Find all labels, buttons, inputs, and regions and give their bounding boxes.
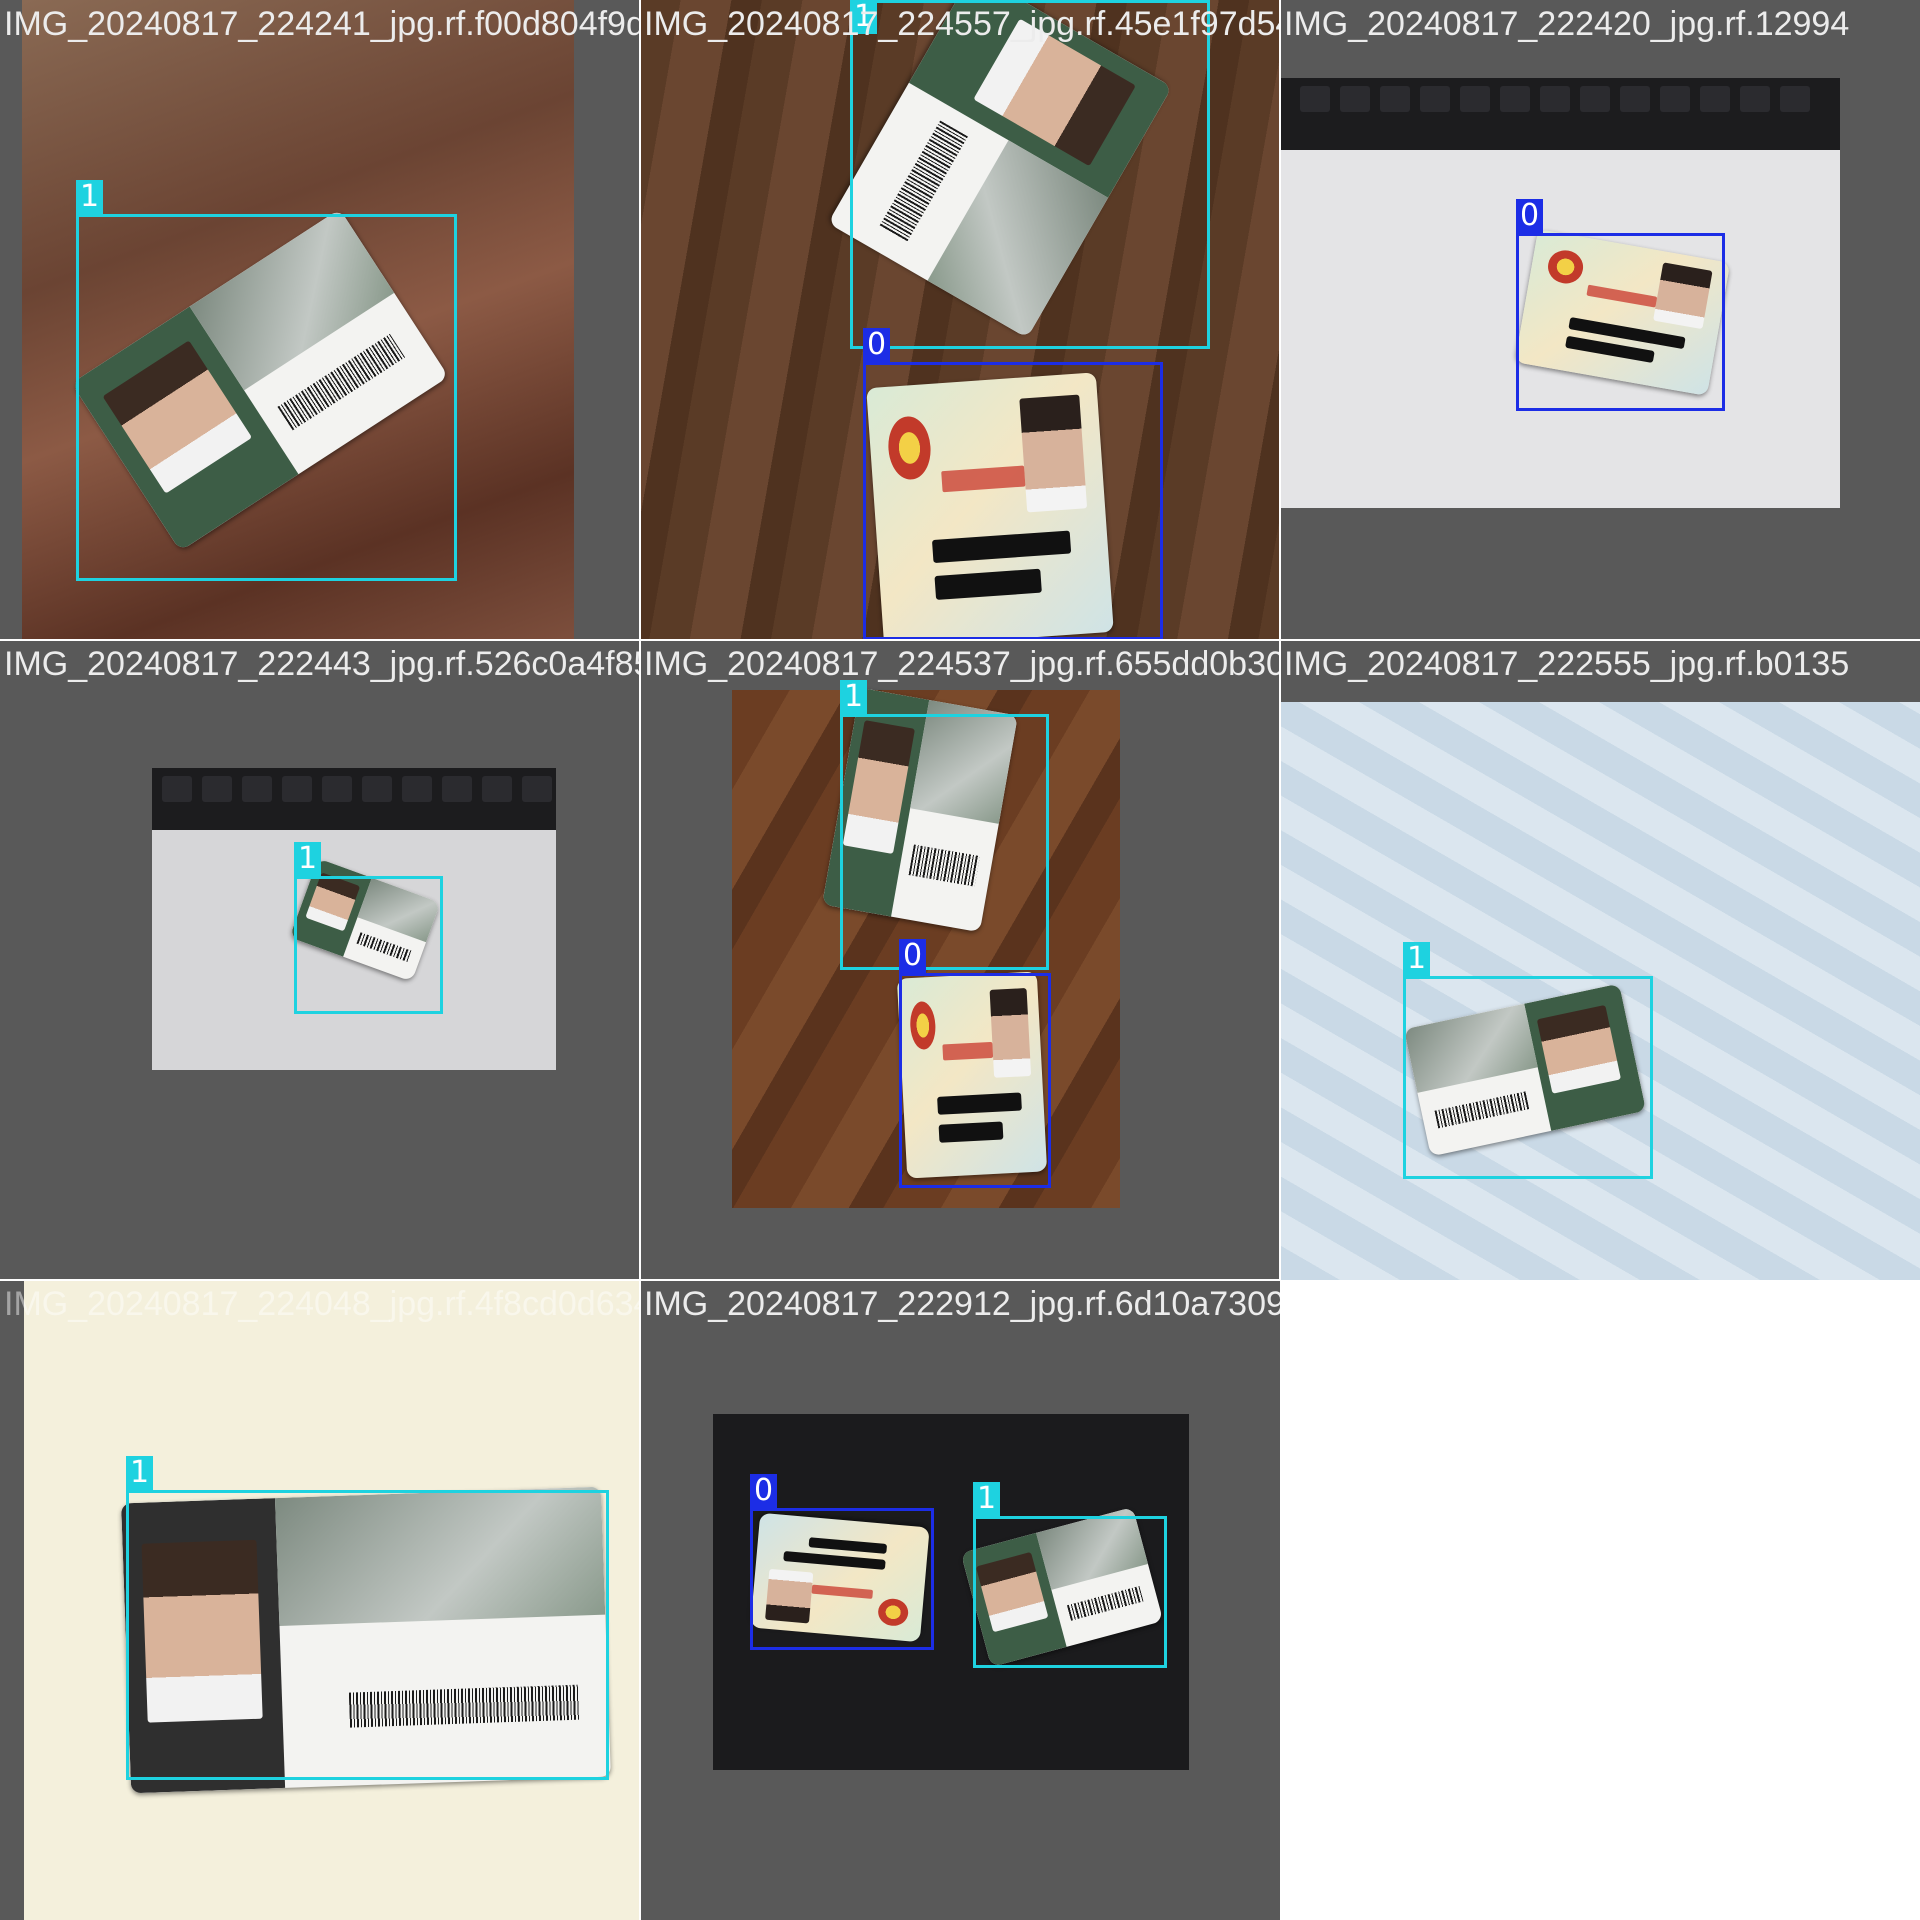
detection-label: 1 bbox=[973, 1482, 1001, 1516]
detection-label: 0 bbox=[750, 1474, 778, 1508]
detection-label: 0 bbox=[899, 939, 927, 973]
tile-filename: IMG_20240817_224557_jpg.rf.45e1f97d5427f bbox=[644, 5, 1280, 43]
detection-label: 1 bbox=[76, 180, 104, 214]
detection-box-class-1 bbox=[1403, 976, 1653, 1179]
detection-box-class-1 bbox=[76, 214, 457, 581]
detection-label: 0 bbox=[863, 328, 891, 362]
tile-filename: IMG_20240817_222420_jpg.rf.12994 bbox=[1284, 5, 1850, 43]
grid-tile-3: 0 IMG_20240817_222420_jpg.rf.12994 bbox=[1280, 0, 1920, 640]
detection-box-class-0 bbox=[899, 973, 1051, 1188]
grid-tile-7: 1 IMG_20240817_224048_jpg.rf.4f8cd0d634d bbox=[0, 1280, 640, 1920]
tile-filename: IMG_20240817_224537_jpg.rf.655dd0b30a202 bbox=[644, 645, 1280, 683]
detection-box-class-0 bbox=[750, 1508, 934, 1650]
grid-tile-2: 1 0 IMG_20240817_224557_jpg.rf.45e1f97d5… bbox=[640, 0, 1280, 640]
grid-divider bbox=[639, 0, 641, 1920]
keyboard bbox=[152, 768, 556, 830]
detection-label: 1 bbox=[1403, 942, 1431, 976]
keyboard bbox=[1280, 78, 1840, 150]
detection-box-class-0 bbox=[863, 362, 1163, 640]
detection-box-class-0 bbox=[1516, 233, 1725, 411]
grid-divider bbox=[0, 639, 1920, 641]
tile-filename: IMG_20240817_222443_jpg.rf.526c0a4f85886 bbox=[4, 645, 640, 683]
detection-box-class-1 bbox=[850, 0, 1210, 349]
grid-tile-5: 1 0 IMG_20240817_224537_jpg.rf.655dd0b30… bbox=[640, 640, 1280, 1280]
detection-box-class-1 bbox=[126, 1490, 609, 1780]
detection-label: 1 bbox=[126, 1456, 154, 1490]
grid-divider bbox=[0, 1279, 1280, 1281]
detection-box-class-1 bbox=[973, 1516, 1167, 1668]
grid-tile-8: 0 1 IMG_20240817_222912_jpg.rf.6d10a7309… bbox=[640, 1280, 1280, 1920]
detection-label: 1 bbox=[840, 680, 868, 714]
empty-grid-cell bbox=[1280, 1280, 1920, 1920]
detection-box-class-1 bbox=[840, 714, 1049, 970]
tile-filename: IMG_20240817_222912_jpg.rf.6d10a73098dc1 bbox=[644, 1285, 1280, 1323]
grid-tile-6: 1 IMG_20240817_222555_jpg.rf.b0135 bbox=[1280, 640, 1920, 1280]
tile-filename: IMG_20240817_222555_jpg.rf.b0135 bbox=[1284, 645, 1850, 683]
grid-tile-1: 1 IMG_20240817_224241_jpg.rf.f00d804f9d9… bbox=[0, 0, 640, 640]
detection-label: 0 bbox=[1516, 199, 1544, 233]
tile-filename: IMG_20240817_224048_jpg.rf.4f8cd0d634d bbox=[4, 1285, 640, 1323]
tile-filename: IMG_20240817_224241_jpg.rf.f00d804f9d92 bbox=[4, 5, 640, 43]
grid-tile-4: 1 IMG_20240817_222443_jpg.rf.526c0a4f858… bbox=[0, 640, 640, 1280]
detection-label: 1 bbox=[294, 842, 322, 876]
detection-box-class-1 bbox=[294, 876, 443, 1014]
